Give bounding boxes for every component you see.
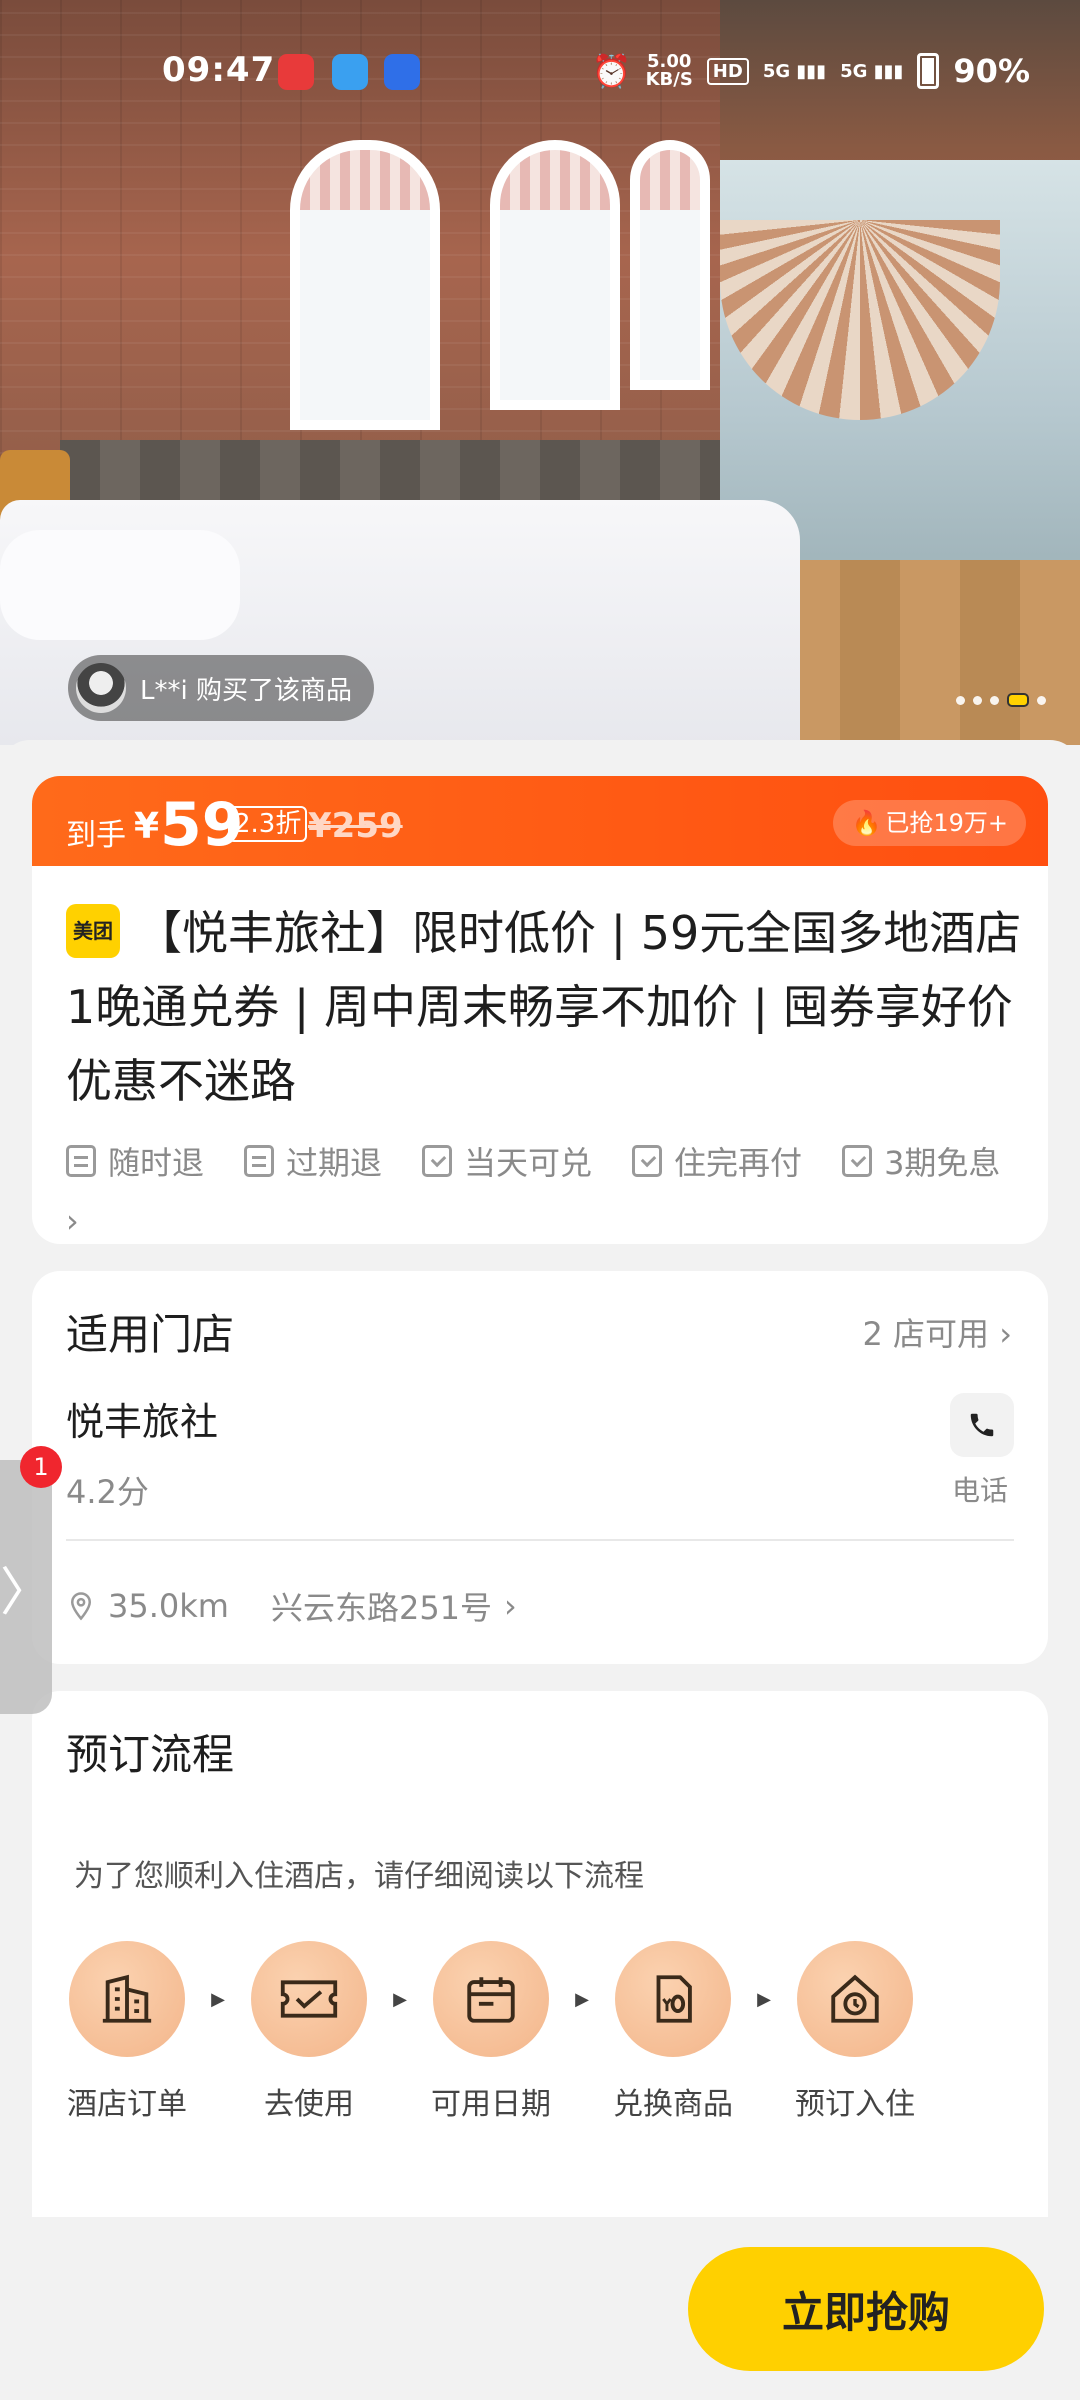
discount-badge: 2.3折: [228, 806, 308, 842]
alarm-icon: ⏰: [591, 52, 632, 90]
tag-installment: 3期免息: [842, 1138, 1000, 1184]
step-label: 预订入住: [795, 2087, 915, 2122]
side-drawer-tab[interactable]: 〉: [0, 1460, 52, 1714]
store-address-row[interactable]: 35.0km 兴云东路251号 ›: [66, 1583, 517, 1629]
tag-same-day: 当天可兑: [422, 1138, 592, 1184]
signal-icon: 5G ▮▮▮: [840, 60, 904, 82]
carousel-dot: [990, 695, 999, 705]
arrow-right-icon: ▶: [211, 1988, 225, 2010]
hero-window: [630, 140, 710, 390]
product-title: 【悦丰旅社】限时低价 | 59元全国多地酒店1晚通兑券 | 周中周末畅享不加价 …: [66, 906, 1022, 1108]
check-icon: [632, 1145, 663, 1177]
hero-window: [290, 140, 440, 430]
arrow-right-icon: ▶: [575, 1988, 589, 2010]
check-icon: [842, 1145, 873, 1177]
step-label: 兑换商品: [613, 2087, 733, 2122]
store-distance: 35.0km: [108, 1587, 229, 1625]
carousel-indicator: [956, 693, 1046, 707]
store-rating: 4.2分: [66, 1473, 149, 1511]
step-dates: 可用日期: [430, 1941, 552, 2123]
carousel-dot: [956, 695, 965, 705]
signal-icon: 5G ▮▮▮: [762, 60, 827, 82]
section-title-booking: 预订流程: [66, 1730, 235, 1779]
hd-badge: HD: [706, 57, 749, 85]
phone-icon: [970, 1413, 994, 1437]
check-icon: [422, 1145, 453, 1177]
step-label: 去使用: [264, 2087, 354, 2122]
document-icon: [66, 1145, 96, 1177]
status-time: 09:47: [162, 50, 276, 90]
carousel-dot: [973, 695, 982, 705]
app-notification-icon: [384, 54, 420, 90]
store-name[interactable]: 悦丰旅社: [66, 1391, 218, 1446]
store-card: 适用门店 2 店可用 › 悦丰旅社 4.2分 电话 35.0km 兴云东路251…: [32, 1271, 1048, 1664]
product-title-card: 美团 【悦丰旅社】限时低价 | 59元全国多地酒店1晚通兑券 | 周中周末畅享不…: [32, 866, 1048, 1244]
status-right-group: ⏰ 5.00 KB/S HD 5G ▮▮▮ 5G ▮▮▮ 90%: [592, 52, 1030, 90]
home-clock-icon: [797, 1941, 913, 2057]
net-speed-unit: KB/S: [645, 69, 693, 90]
battery-icon: [917, 53, 940, 89]
price-label: 到手: [66, 818, 126, 853]
step-hotel-order: 酒店订单: [66, 1941, 188, 2123]
phone-label[interactable]: 电话: [952, 1469, 1008, 1509]
buy-now-button[interactable]: 立即抢购: [688, 2247, 1044, 2371]
hero-pillow: [0, 530, 240, 640]
original-price: ¥259: [308, 806, 403, 846]
status-bar: 09:47 ⏰ 5.00 KB/S HD 5G ▮▮▮ 5G ▮▮▮ 90%: [0, 0, 1080, 130]
step-use: 去使用: [248, 1941, 370, 2123]
price-banner: 到手 ¥ 59 2.3折 ¥259 🔥 已抢19万+: [32, 776, 1048, 868]
phone-button[interactable]: [950, 1393, 1014, 1457]
store-address: 兴云东路251号: [270, 1589, 493, 1627]
step-checkin: 预订入住: [794, 1941, 916, 2123]
building-icon: [69, 1941, 185, 2057]
section-title-stores: 适用门店: [66, 1310, 235, 1359]
store-count-link[interactable]: 2 店可用 ›: [862, 1309, 1012, 1355]
tag-expired-refund: 过期退: [244, 1138, 382, 1184]
notification-badge: 1: [20, 1446, 62, 1488]
coupon-icon: [615, 1941, 731, 2057]
net-speed: 5.00 KB/S: [646, 53, 693, 89]
sold-count-text: 已抢19万+: [885, 809, 1008, 837]
step-label: 可用日期: [431, 2087, 551, 2122]
hero-window: [490, 140, 620, 410]
arrow-right-icon: ▶: [757, 1988, 771, 2010]
chevron-right-icon[interactable]: ›: [66, 1202, 96, 1240]
carousel-dot: [1037, 695, 1046, 705]
divider: [66, 1539, 1014, 1541]
calendar-icon: [433, 1941, 549, 2057]
chevron-right-icon: ›: [504, 1587, 517, 1625]
carousel-dot-active: [1007, 693, 1029, 707]
battery-level: 90%: [953, 52, 1030, 90]
tag-pay-after-stay: 住完再付: [632, 1138, 802, 1184]
location-pin-icon: [70, 1592, 92, 1621]
recent-buyer-pill: L**i 购买了该商品: [68, 655, 374, 721]
tag-refund-anytime: 随时退: [66, 1138, 204, 1184]
step-exchange: 兑换商品: [612, 1941, 734, 2123]
weather-icon: [332, 54, 368, 90]
booking-note: 为了您顺利入住酒店，请仔细阅读以下流程: [74, 1859, 644, 1894]
document-icon: [244, 1145, 275, 1177]
flame-icon: 🔥: [851, 809, 882, 837]
app-notification-icon: [278, 54, 314, 90]
step-label: 酒店订单: [67, 2087, 187, 2122]
ticket-check-icon: [251, 1941, 367, 2057]
booking-steps: 酒店订单 ▶ 去使用 ▶ 可用日期 ▶ 兑换商品 ▶ 预订入住: [66, 1941, 1016, 2123]
price-currency: ¥: [134, 806, 160, 847]
sold-count-badge: 🔥 已抢19万+: [833, 800, 1026, 846]
recent-buyer-text: L**i 购买了该商品: [140, 675, 352, 706]
avatar: [76, 663, 126, 713]
service-tags[interactable]: 随时退 过期退 当天可兑 住完再付 3期免息 ›: [66, 1138, 1036, 1240]
arrow-right-icon: ▶: [393, 1988, 407, 2010]
chevron-right-icon: 〉: [0, 1562, 53, 1623]
